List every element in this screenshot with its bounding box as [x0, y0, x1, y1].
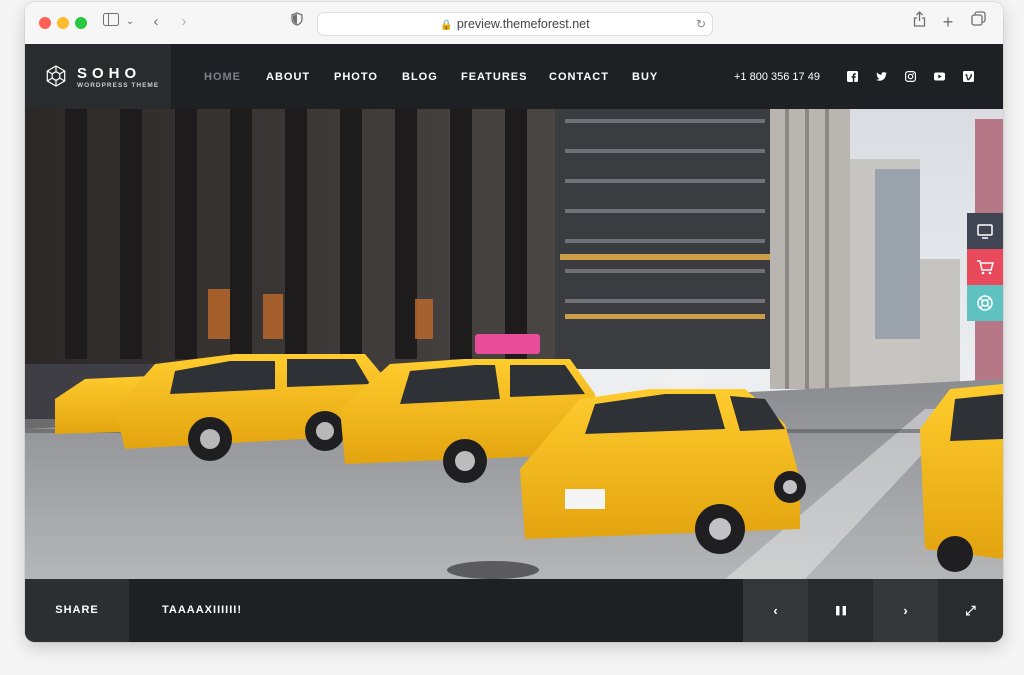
tab-overview-icon[interactable]	[970, 11, 986, 33]
share-icon[interactable]	[911, 11, 927, 34]
lock-icon: 🔒	[440, 20, 453, 31]
support-button[interactable]	[967, 285, 1003, 321]
twitter-icon[interactable]	[876, 71, 887, 82]
youtube-icon[interactable]	[934, 71, 945, 82]
reload-icon[interactable]: ↻	[696, 13, 706, 35]
nav-item-blog[interactable]: BLOG	[402, 71, 438, 83]
facebook-icon[interactable]	[847, 71, 858, 82]
new-tab-icon[interactable]: +	[940, 11, 956, 33]
support-icon	[977, 295, 993, 311]
forward-icon[interactable]: ›	[177, 11, 191, 33]
logo-mark-icon	[46, 65, 66, 87]
monitor-icon	[977, 224, 993, 239]
slide-caption: TAAAAXIIIIII!	[162, 604, 243, 616]
nav-item-contact[interactable]: CONTACT	[549, 71, 609, 83]
address-bar[interactable]: 🔒 preview.themeforest.net ↻	[317, 12, 713, 36]
zoom-window-button[interactable]	[75, 17, 87, 29]
back-icon[interactable]: ‹	[149, 11, 163, 33]
minimize-window-button[interactable]	[57, 17, 69, 29]
privacy-shield-icon[interactable]	[289, 11, 305, 33]
previous-slide-button[interactable]: ‹	[743, 579, 808, 642]
url-text: preview.themeforest.net	[456, 17, 590, 31]
hero-image	[25, 109, 1003, 579]
sidebar-toggle-icon[interactable]	[101, 11, 121, 33]
instagram-icon[interactable]	[905, 71, 916, 82]
cart-icon	[977, 260, 994, 275]
brand-title: SOHO	[77, 65, 142, 82]
share-button[interactable]: SHARE	[25, 579, 129, 642]
fullscreen-button[interactable]: ⤢	[938, 579, 1003, 642]
logo[interactable]: SOHO WORDPRESS THEME	[25, 44, 171, 109]
brand-subtitle: WORDPRESS THEME	[77, 82, 160, 89]
pause-slideshow-button[interactable]: ❚❚	[808, 579, 873, 642]
buy-cart-button[interactable]	[967, 249, 1003, 285]
vimeo-icon[interactable]	[963, 71, 974, 82]
nav-item-home[interactable]: HOME	[204, 71, 241, 83]
site-header: SOHO WORDPRESS THEME HOME ABOUT PHOTO BL…	[25, 44, 1003, 109]
phone-number[interactable]: +1 800 356 17 49	[734, 71, 820, 83]
browser-toolbar: ⌄ ‹ › 🔒 preview.themeforest.net ↻ +	[25, 2, 1003, 45]
demo-preview-button[interactable]	[967, 213, 1003, 249]
taxi-street-photo	[25, 109, 1003, 579]
browser-window: ⌄ ‹ › 🔒 preview.themeforest.net ↻ + SOHO…	[25, 2, 1003, 642]
nav-item-photo[interactable]: PHOTO	[334, 71, 378, 83]
close-window-button[interactable]	[39, 17, 51, 29]
nav-item-features[interactable]: FEATURES	[461, 71, 527, 83]
nav-item-buy[interactable]: BUY	[632, 71, 658, 83]
chevron-down-icon[interactable]: ⌄	[124, 11, 136, 33]
next-slide-button[interactable]: ›	[873, 579, 938, 642]
nav-item-about[interactable]: ABOUT	[266, 71, 310, 83]
slider-bottom-bar: SHARE TAAAAXIIIIII! ‹ ❚❚ › ⤢	[25, 579, 1003, 642]
